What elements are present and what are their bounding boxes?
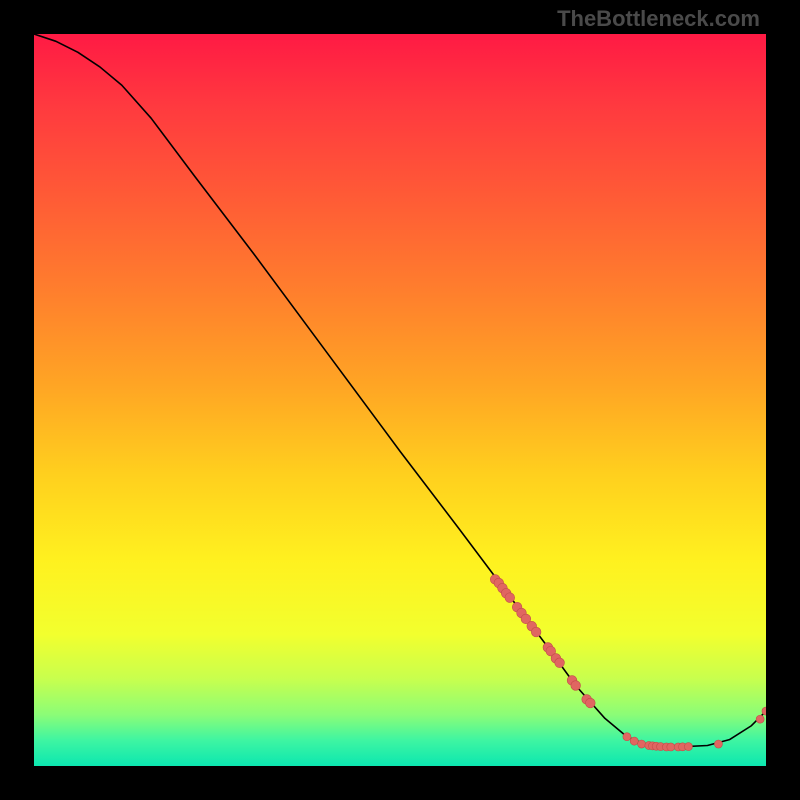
data-marker <box>756 715 764 723</box>
data-marker <box>667 743 675 751</box>
chart-frame: TheBottleneck.com <box>0 0 800 800</box>
data-marker <box>638 740 646 748</box>
gradient-chart <box>34 34 766 766</box>
data-marker <box>571 681 581 691</box>
data-marker <box>585 698 595 708</box>
gradient-background <box>34 34 766 766</box>
data-marker <box>630 737 638 745</box>
data-marker <box>505 593 515 603</box>
data-marker <box>555 658 565 668</box>
data-marker <box>531 627 541 637</box>
data-marker <box>623 733 631 741</box>
data-marker <box>684 743 692 751</box>
data-marker <box>714 740 722 748</box>
watermark-text: TheBottleneck.com <box>557 6 760 32</box>
plot-area <box>34 34 766 766</box>
